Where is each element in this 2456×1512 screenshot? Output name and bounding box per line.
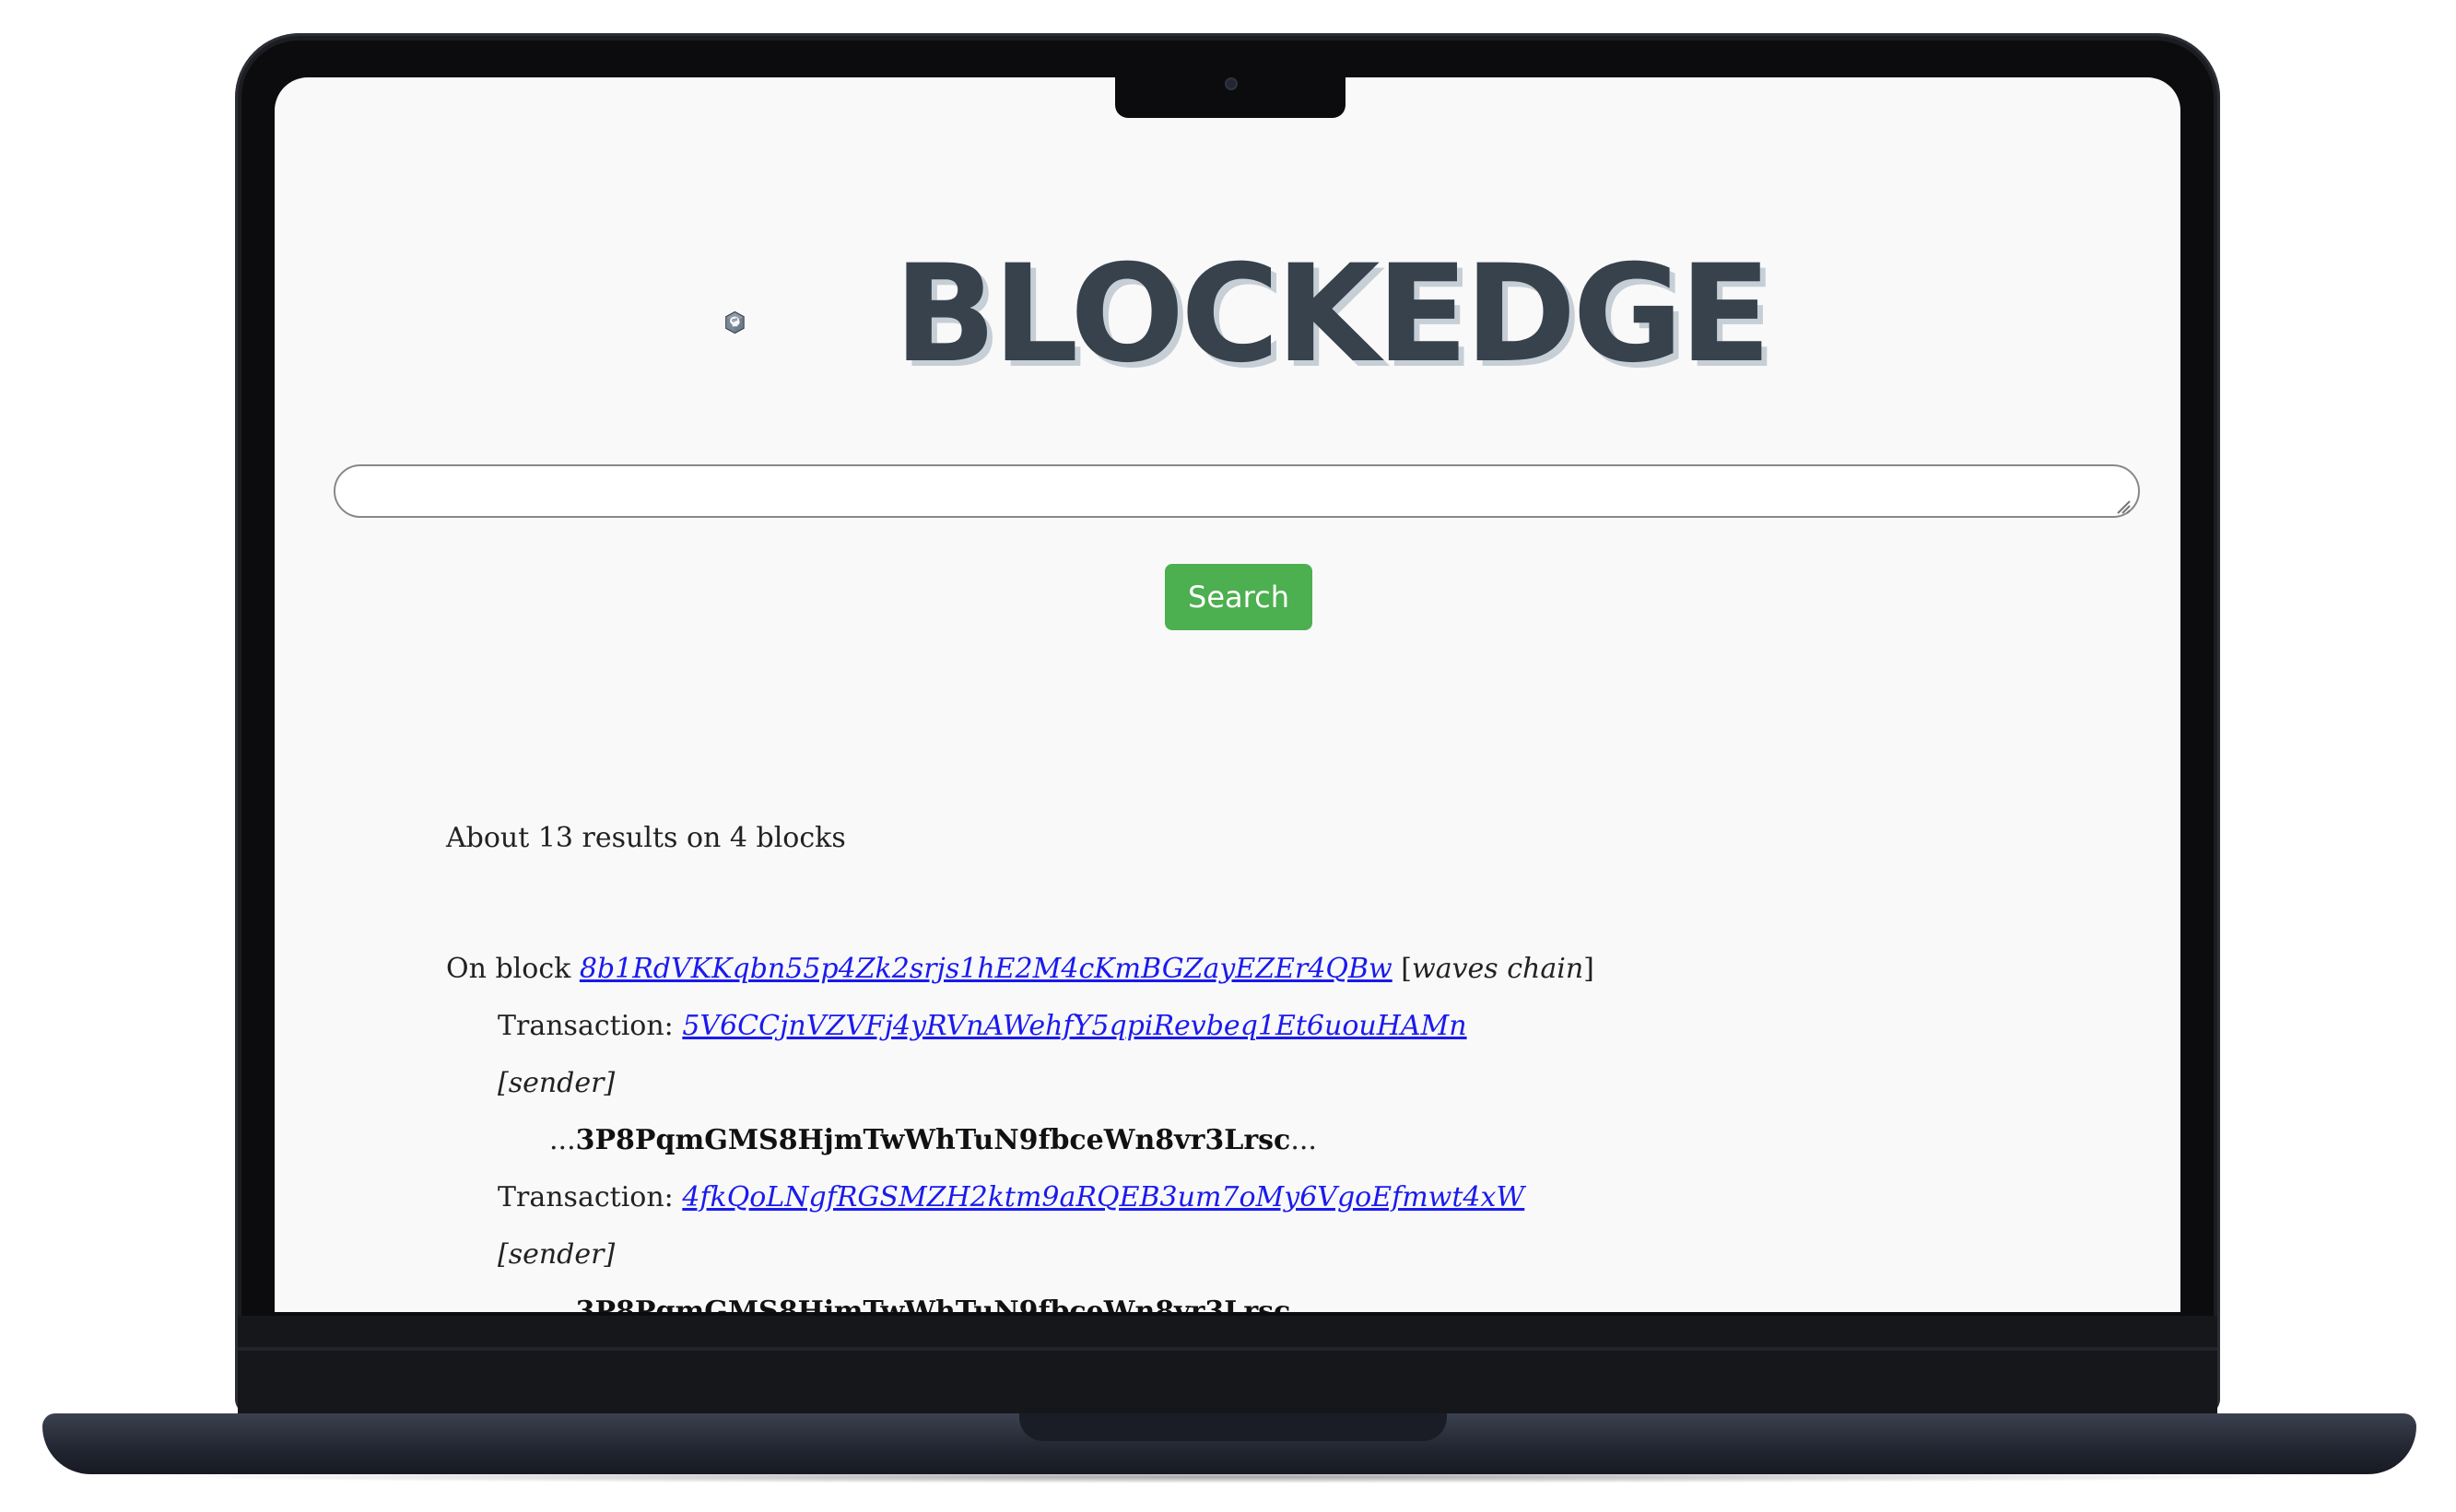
chain-bracket-close: ] [1583,953,1594,985]
chain-bracket-open: [ [1401,953,1413,985]
textarea-resize-grip-icon[interactable] [2114,498,2131,514]
brand-wordmark: BLOCKEDGE [894,236,1771,393]
transaction-role: [sender] [498,1067,616,1099]
ellipsis-after: ... [1290,1124,1317,1156]
transaction-row: Transaction: 4fkQoLNgfRGSMZH2ktm9aRQEB3u… [498,1181,1524,1213]
matched-address: 3P8PqmGMS8HjmTwWhTuN9fbceWn8vr3Lrsc [575,1295,1291,1312]
chain-name: waves chain [1412,953,1584,985]
search-button[interactable]: Search [1165,564,1312,630]
matched-address: 3P8PqmGMS8HjmTwWhTuN9fbceWn8vr3Lrsc [575,1124,1291,1156]
ellipsis-before: ... [549,1124,576,1156]
matched-address-row: ...3P8PqmGMS8HjmTwWhTuN9fbceWn8vr3Lrsc..… [549,1295,1317,1312]
transaction-label: Transaction: [498,1010,674,1042]
laptop-chin [238,1316,2217,1415]
matched-address-row: ...3P8PqmGMS8HjmTwWhTuN9fbceWn8vr3Lrsc..… [549,1124,1317,1156]
laptop-hinge-notch [1019,1413,1447,1441]
search-input[interactable] [334,464,2140,518]
browser-page: BLOCKEDGE Search About 13 results on 4 b… [275,77,2180,1312]
transaction-row: Transaction: 5V6CCjnVZVFj4yRVnAWehfY5qpi… [498,1010,1467,1042]
transaction-label: Transaction: [498,1181,674,1213]
laptop-chin-divider [238,1347,2217,1351]
block-hash-link[interactable]: 8b1RdVKKqbn55p4Zk2srjs1hE2M4cKmBGZayEZEr… [580,953,1393,985]
transaction-hash-link[interactable]: 5V6CCjnVZVFj4yRVnAWehfY5qpiRevbeq1Et6uou… [682,1010,1466,1042]
ellipsis-after: ... [1290,1295,1317,1312]
transaction-hash-link[interactable]: 4fkQoLNgfRGSMZH2ktm9aRQEB3um7oMy6VgoEfmw… [682,1181,1524,1213]
block-prefix: On block [446,953,571,985]
ellipsis-before: ... [549,1295,576,1312]
results-summary: About 13 results on 4 blocks [446,822,846,854]
transaction-role: [sender] [498,1238,616,1271]
block-header: On block 8b1RdVKKqbn55p4Zk2srjs1hE2M4cKm… [446,953,1594,985]
camera-icon [1225,77,1238,90]
hexagon-brain-gears-logo-icon [725,311,745,334]
